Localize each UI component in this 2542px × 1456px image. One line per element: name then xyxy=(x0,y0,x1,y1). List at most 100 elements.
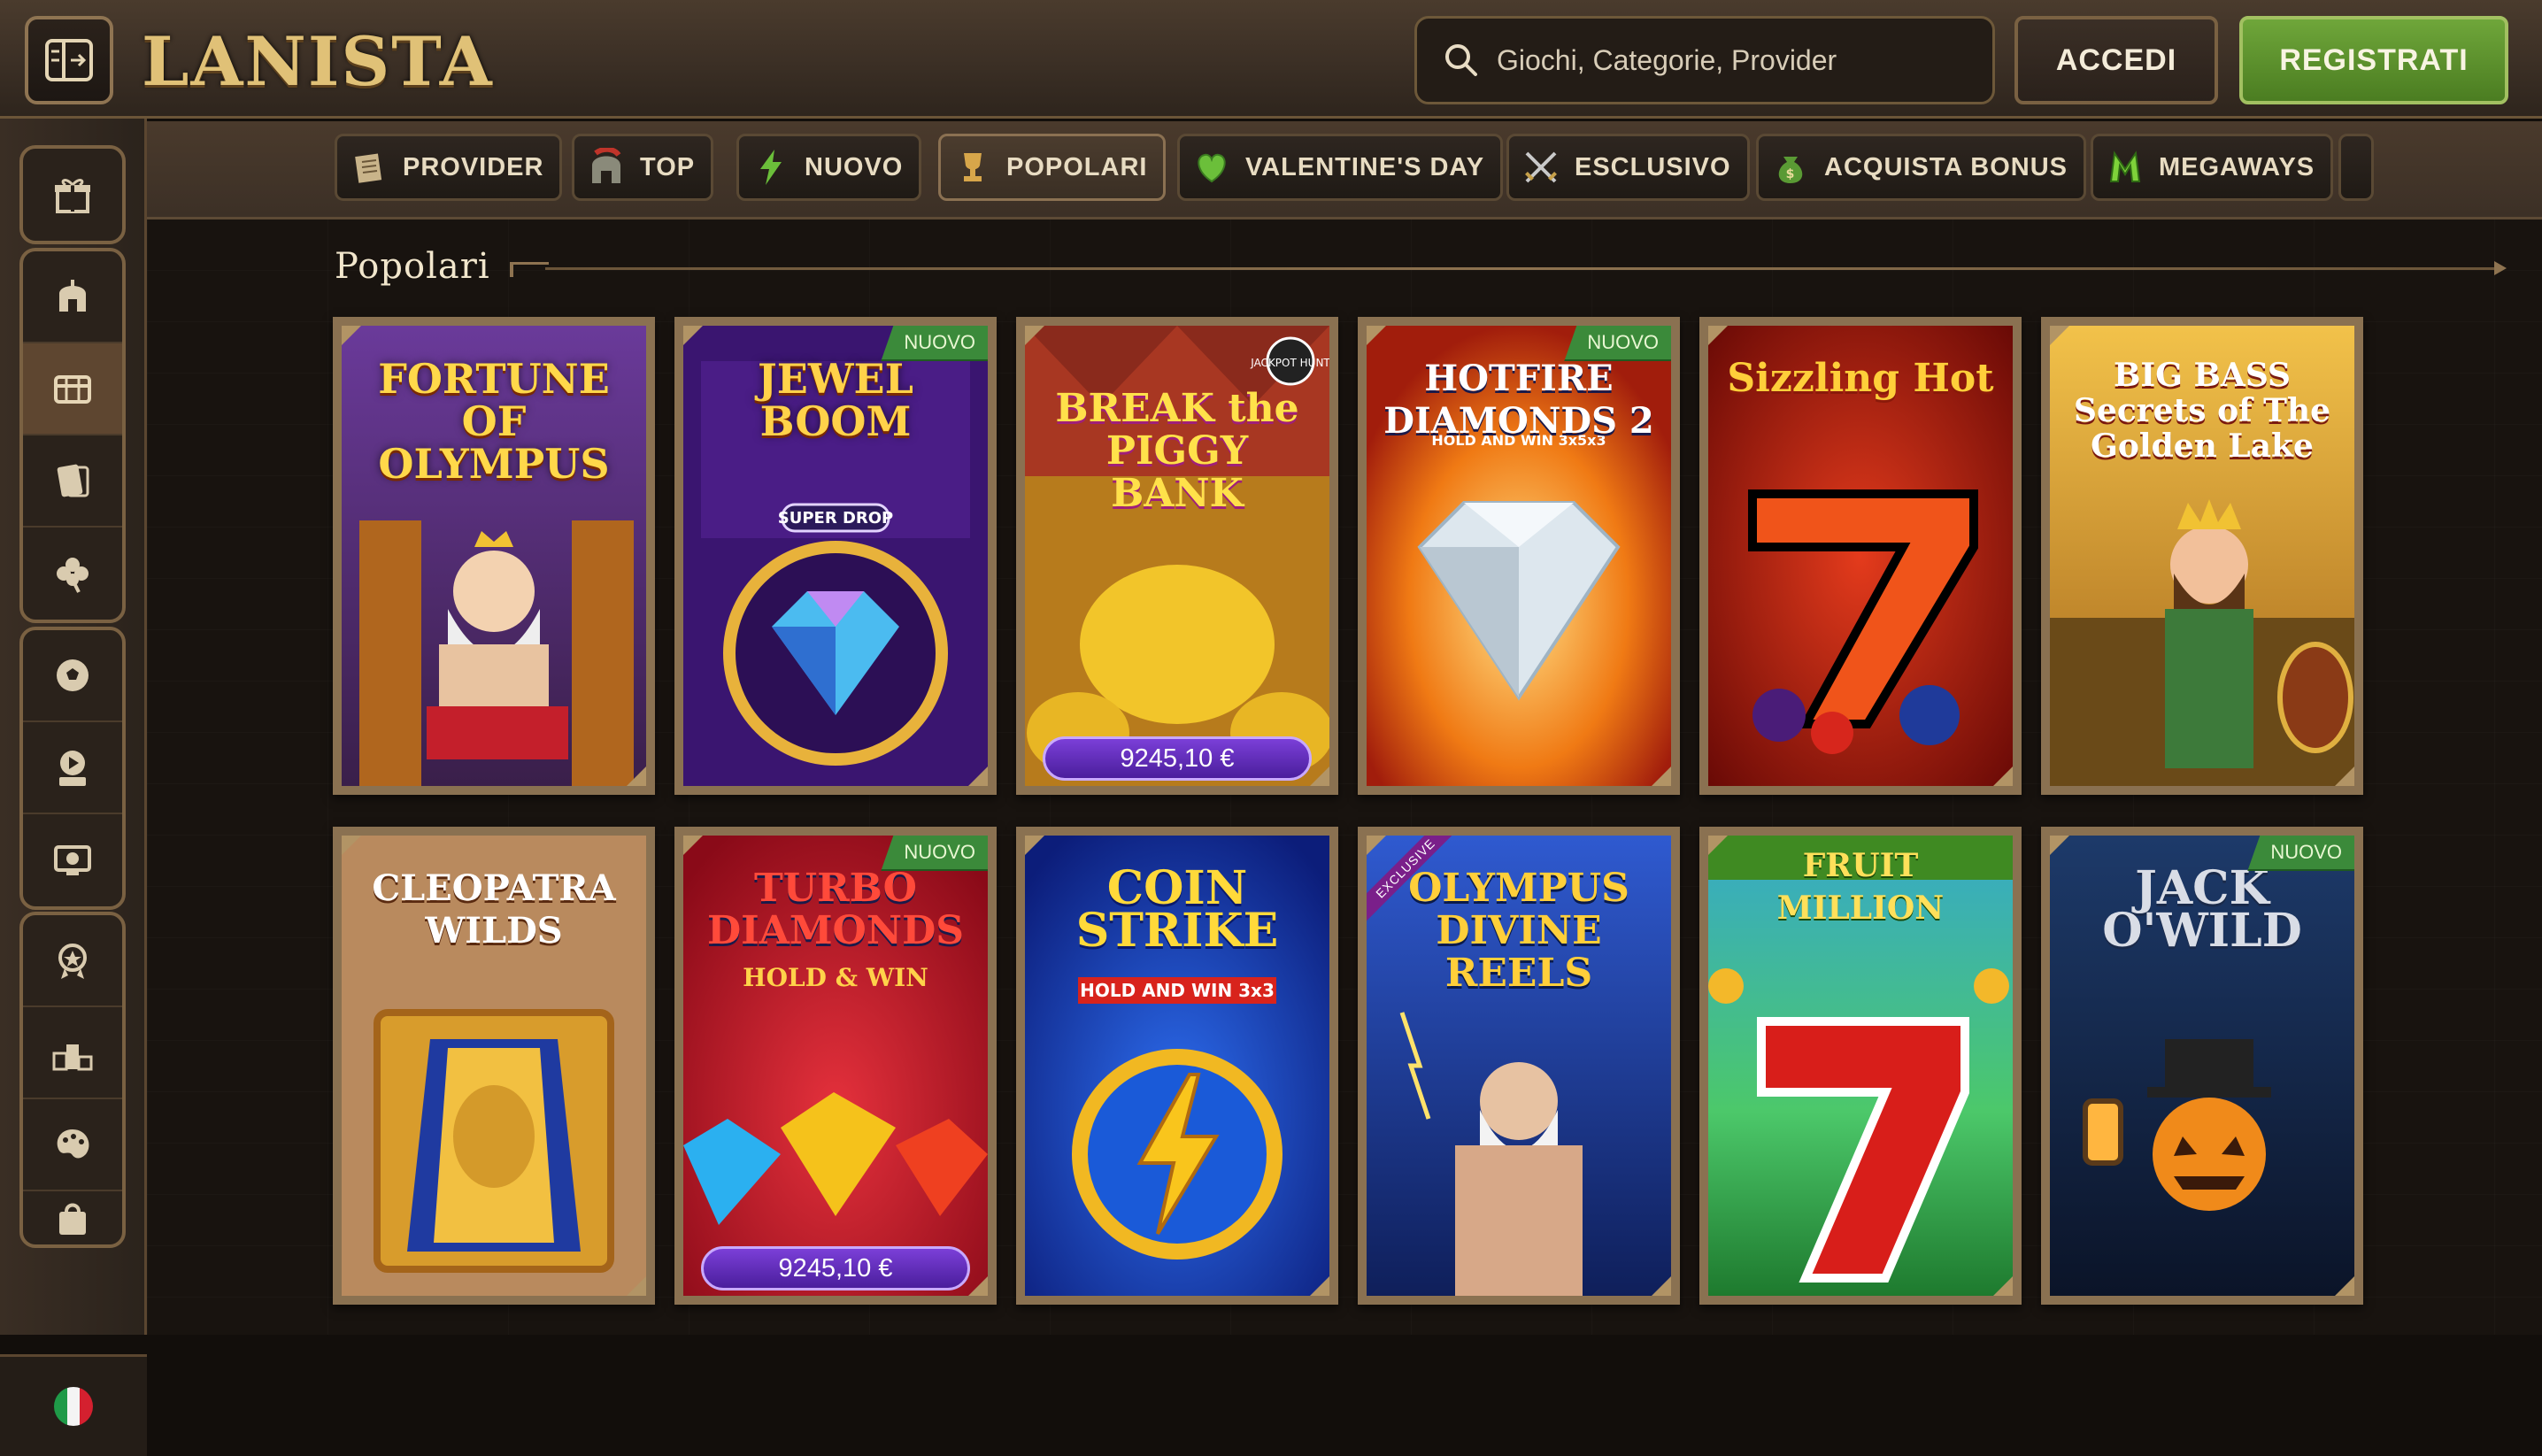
slot-machine-icon xyxy=(54,375,91,404)
game-title: OLYMPUS DIVINE REELS xyxy=(1408,866,1629,996)
trophy-icon xyxy=(964,153,982,181)
section-title: Popolari xyxy=(335,246,490,287)
game-subtitle: HOLD AND WIN 3x3 xyxy=(1080,980,1275,1001)
language-selector[interactable] xyxy=(0,1354,147,1456)
category-label: TOP xyxy=(640,152,696,181)
sidebar-item-live[interactable] xyxy=(23,722,122,814)
svg-text:$: $ xyxy=(1786,167,1796,181)
clover-icon xyxy=(57,558,89,593)
category-tab-new[interactable]: NUOVO xyxy=(736,134,922,201)
sidebar-item-promotions[interactable] xyxy=(23,149,122,241)
game-title: FRUIT MILLION xyxy=(1776,847,1945,927)
game-card-jack-o-wild[interactable]: JACK O'WILD NUOVO xyxy=(2041,827,2363,1305)
sidebar-toggle-icon xyxy=(45,39,93,81)
new-badge: NUOVO xyxy=(881,326,988,361)
game-card-sizzling-hot[interactable]: Sizzling Hot xyxy=(1699,317,2022,795)
game-title: COIN STRIKE xyxy=(1075,861,1279,958)
game-title: BREAK the PIGGY BANK xyxy=(1055,386,1299,516)
site-logo[interactable]: LANISTA xyxy=(142,18,494,106)
game-title: JEWEL BOOM xyxy=(758,355,913,445)
sidebar-item-shop[interactable] xyxy=(23,1191,122,1244)
crossed-swords-icon xyxy=(1525,151,1557,183)
register-button[interactable]: REGISTRATI xyxy=(2239,16,2508,104)
game-card-big-bass[interactable]: BIG BASS Secrets of The Golden Lake xyxy=(2041,317,2363,795)
game-subtitle: SUPER DROP xyxy=(778,509,894,528)
category-tab-overflow[interactable] xyxy=(2338,134,2374,201)
sidebar-item-sport[interactable] xyxy=(23,630,122,722)
category-tab-exclusive[interactable]: ESCLUSIVO xyxy=(1506,134,1750,201)
game-title: JACK O'WILD xyxy=(2102,861,2302,958)
new-badge: NUOVO xyxy=(1564,326,1671,361)
search-bar[interactable]: Giochi, Categorie, Provider xyxy=(1414,16,1995,104)
category-tab-megaways[interactable]: MEGAWAYS xyxy=(2091,134,2334,201)
sidebar-item-casino[interactable] xyxy=(23,343,122,435)
category-tab-popular[interactable]: POPOLARI xyxy=(938,134,1167,201)
game-title: HOTFIRE DIAMONDS 2 xyxy=(1383,358,1654,442)
virtual-sports-icon xyxy=(54,845,91,875)
game-title: FORTUNE OF OLYMPUS xyxy=(378,355,610,488)
badge-icon xyxy=(58,944,87,979)
category-label: NUOVO xyxy=(805,152,904,181)
game-card-hotfire-diamonds-2[interactable]: HOLD AND WIN 3x5x3 HOTFIRE DIAMONDS 2 NU… xyxy=(1358,317,1680,795)
search-placeholder[interactable]: Giochi, Categorie, Provider xyxy=(1497,44,1837,77)
money-bag-icon: $ xyxy=(1778,157,1803,183)
live-icon xyxy=(59,751,86,786)
scroll-icon xyxy=(355,153,382,183)
sidebar-toggle-button[interactable] xyxy=(25,16,113,104)
sidebar-item-card-games[interactable] xyxy=(23,435,122,528)
megaways-icon xyxy=(2109,150,2141,182)
left-sidebar xyxy=(0,119,147,1456)
top-header: LANISTA Giochi, Categorie, Provider ACCE… xyxy=(0,0,2542,119)
login-button[interactable]: ACCEDI xyxy=(2014,16,2218,104)
helmet-icon xyxy=(59,280,86,312)
game-title: TURBO DIAMONDS xyxy=(706,866,965,953)
game-title: BIG BASS Secrets of The Golden Lake xyxy=(2073,357,2331,465)
game-card-turbo-diamonds[interactable]: HOLD & WIN TURBO DIAMONDS NUOVO 9245,10 … xyxy=(674,827,997,1305)
game-card-fruit-million[interactable]: FRUIT MILLION xyxy=(1699,827,2022,1305)
jackpot-amount: 9245,10 € xyxy=(1043,736,1312,781)
main-content: Popolari FORTUNE OF OLYMPUS SUPER DROP J… xyxy=(147,220,2542,1335)
sidebar-item-virtual[interactable] xyxy=(23,814,122,906)
game-card-jewel-boom[interactable]: SUPER DROP JEWEL BOOM NUOVO xyxy=(674,317,997,795)
jackpot-amount: 9245,10 € xyxy=(701,1246,970,1290)
sidebar-group-promos xyxy=(19,145,126,244)
game-subtitle: JACKPOT HUNT xyxy=(1250,357,1329,369)
sidebar-item-gladiator[interactable] xyxy=(23,251,122,343)
sidebar-group-extras xyxy=(19,912,126,1248)
search-icon xyxy=(1445,44,1477,76)
heart-icon xyxy=(1198,153,1226,183)
category-bar: PROVIDER TOP NUOVO POPOLARI VALENTINE'S … xyxy=(147,121,2542,220)
sidebar-item-lucky[interactable] xyxy=(23,528,122,620)
category-label: PROVIDER xyxy=(403,152,544,181)
sidebar-group-games xyxy=(19,248,126,623)
game-card-olympus-divine-reels[interactable]: OLYMPUS DIVINE REELS EXCLUSIVE xyxy=(1358,827,1680,1305)
sidebar-item-tournaments[interactable] xyxy=(23,1007,122,1099)
category-label: MEGAWAYS xyxy=(2159,152,2315,181)
lightning-icon xyxy=(760,150,782,185)
game-card-coin-strike[interactable]: HOLD AND WIN 3x3 COIN STRIKE xyxy=(1016,827,1338,1305)
sidebar-item-themes[interactable] xyxy=(23,1099,122,1191)
category-label: ACQUISTA BONUS xyxy=(1824,152,2068,181)
italy-flag-icon xyxy=(54,1387,93,1426)
podium-icon xyxy=(52,1044,93,1071)
category-tab-top[interactable]: TOP xyxy=(572,134,714,201)
game-title: Sizzling Hot xyxy=(1727,356,1994,401)
section-divider xyxy=(510,261,2507,277)
category-tab-provider[interactable]: PROVIDER xyxy=(335,134,563,201)
game-card-cleopatra-wilds[interactable]: CLEOPATRA WILDS xyxy=(333,827,655,1305)
bag-icon xyxy=(59,1203,86,1235)
gift-icon xyxy=(55,179,90,213)
game-subtitle: HOLD & WIN xyxy=(743,963,928,992)
category-label: VALENTINE'S DAY xyxy=(1245,152,1485,181)
category-tab-bonus-buy[interactable]: $ ACQUISTA BONUS xyxy=(1756,134,2086,201)
category-tab-valentines[interactable]: VALENTINE'S DAY xyxy=(1177,134,1504,201)
new-badge: NUOVO xyxy=(2247,836,2354,871)
palette-icon xyxy=(57,1129,89,1159)
cards-icon xyxy=(57,464,89,497)
category-label: ESCLUSIVO xyxy=(1575,152,1731,181)
sidebar-item-vip[interactable] xyxy=(23,915,122,1007)
game-card-fortune-of-olympus[interactable]: FORTUNE OF OLYMPUS xyxy=(333,317,655,795)
soccer-ball-icon xyxy=(57,659,89,691)
game-card-break-the-piggy-bank[interactable]: JACKPOT HUNT BREAK the PIGGY BANK 9245,1… xyxy=(1016,317,1338,795)
helmet-icon xyxy=(592,148,621,183)
